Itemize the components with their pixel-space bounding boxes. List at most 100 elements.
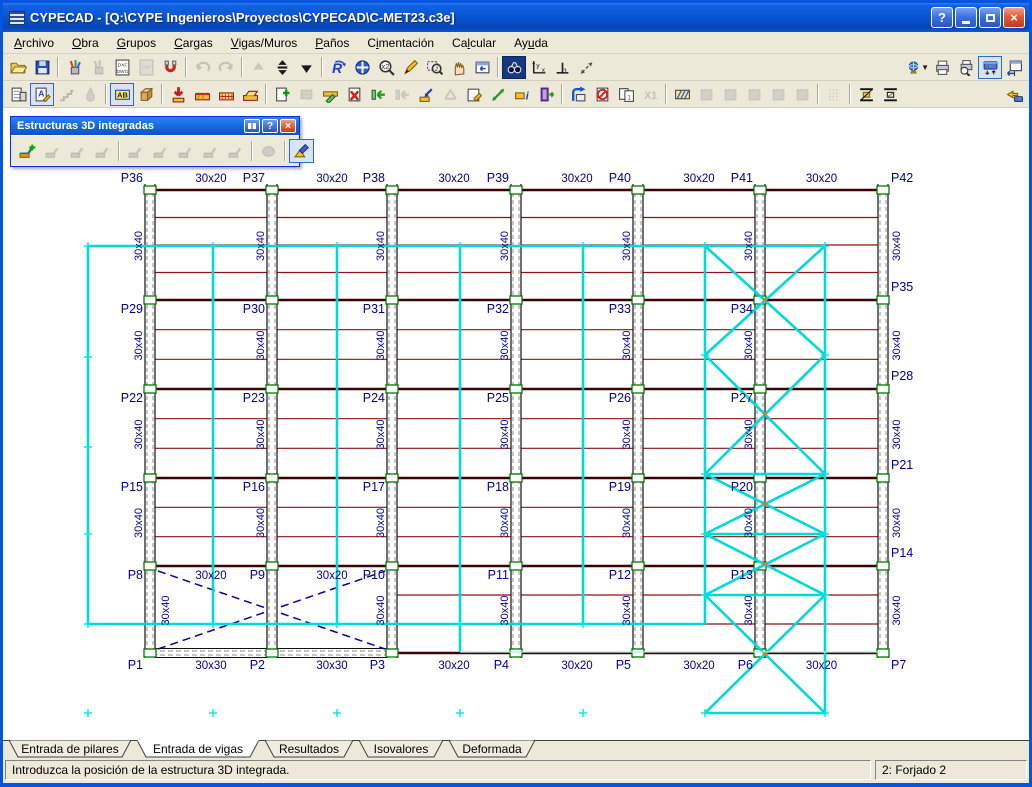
- hatch-panel-button[interactable]: [670, 83, 694, 106]
- tab-label[interactable]: Entrada de pilares: [21, 742, 118, 756]
- references-ab-button[interactable]: AB: [110, 82, 134, 106]
- window-switch-button[interactable]: [1002, 56, 1026, 79]
- plan-label: 30x20: [561, 660, 592, 672]
- view-3d-box-button[interactable]: [134, 83, 158, 106]
- menu-grupos[interactable]: Grupos: [108, 33, 165, 53]
- resources-editor-icon: [69, 59, 81, 74]
- tab-label[interactable]: Deformada: [462, 742, 522, 756]
- coordinates-button[interactable]: yx: [526, 56, 550, 79]
- hatch-panel-icon: [674, 89, 690, 99]
- tab-label[interactable]: Entrada de vigas: [153, 742, 243, 756]
- edit-beam-button[interactable]: [318, 83, 342, 106]
- palette-book-button[interactable]: [244, 119, 260, 133]
- plan-label: P27: [731, 391, 753, 405]
- search-element-button[interactable]: [502, 55, 526, 79]
- print-button[interactable]: [930, 56, 954, 79]
- pillar-data-button[interactable]: [6, 83, 30, 106]
- print-preview-button[interactable]: [954, 56, 978, 79]
- palette-title-bar[interactable]: Estructuras 3D integradas ? ×: [11, 117, 299, 135]
- beam-data-button[interactable]: A: [30, 82, 54, 106]
- group-down-button[interactable]: [294, 56, 318, 79]
- menu-ayuda[interactable]: Ayuda: [505, 33, 557, 53]
- exit-group-button[interactable]: [534, 83, 558, 106]
- plan-label: P4: [494, 658, 509, 672]
- structural-plan[interactable]: 30x20 30x20 30x20 30x20 30x20 30x20 30x30 30x30…: [3, 108, 1029, 737]
- previous-zoom-button[interactable]: [470, 56, 494, 79]
- plan-label: P5: [616, 658, 631, 672]
- tab-label[interactable]: Resultados: [279, 742, 339, 756]
- menu-cargas[interactable]: Cargas: [165, 33, 222, 53]
- plan-label: 30x30: [316, 660, 347, 672]
- edit-texts-icon: [403, 59, 418, 75]
- copy-beam-button[interactable]: [414, 83, 438, 106]
- menu-calcular[interactable]: Calcular: [443, 33, 505, 53]
- zoom-x2-button[interactable]: x2: [374, 56, 398, 79]
- beam-3d-button[interactable]: [238, 83, 262, 106]
- menu-obra[interactable]: Obra: [63, 33, 108, 53]
- plan-label: 30x40: [891, 420, 903, 450]
- plan-label: 30x40: [255, 231, 267, 261]
- plan-label: P23: [243, 391, 265, 405]
- beam-info-button[interactable]: i: [510, 83, 534, 106]
- beam-data-icon: A: [35, 87, 51, 102]
- tool-3d-3-icon: [178, 147, 192, 158]
- status-bar: Introduzca la posición de la estructura …: [3, 758, 1029, 783]
- menu-vigas-muros[interactable]: Vigas/Muros: [222, 33, 306, 53]
- snap-lines-button[interactable]: [574, 56, 598, 79]
- print-preview-icon: [959, 59, 972, 76]
- palette-close-button[interactable]: ×: [280, 119, 296, 133]
- maximize-button[interactable]: [979, 7, 1001, 28]
- close-button[interactable]: ×: [1003, 7, 1025, 28]
- edit-sketch-button[interactable]: [462, 83, 486, 106]
- insert-3d-structure-button[interactable]: [289, 139, 314, 163]
- view-3d-button[interactable]: ▼: [906, 56, 930, 79]
- beam-template-button[interactable]: [214, 83, 238, 106]
- palette-help-button[interactable]: ?: [262, 119, 278, 133]
- orthogonal-button[interactable]: [550, 56, 574, 79]
- menu-pa-os[interactable]: Paños: [306, 33, 358, 53]
- save-button[interactable]: [30, 56, 54, 79]
- zoom-all-button[interactable]: [350, 56, 374, 79]
- tab-label[interactable]: Isovalores: [374, 742, 429, 756]
- object-snap-button[interactable]: [158, 56, 182, 79]
- resources-editor-button[interactable]: [62, 56, 86, 79]
- menu-cimentaci-n[interactable]: Cimentación: [358, 33, 443, 53]
- menu-archivo[interactable]: Archivo: [5, 33, 63, 53]
- toolbar-config-button[interactable]: [1002, 83, 1026, 106]
- tool-3d-3-button: [173, 139, 198, 163]
- redraw-button[interactable]: R: [326, 56, 350, 79]
- beam-gray-2-button: [438, 83, 462, 106]
- beam-longitudinal-button[interactable]: [190, 83, 214, 106]
- copy-group-button[interactable]: 1: [614, 83, 638, 106]
- group-go-to-button[interactable]: [270, 56, 294, 79]
- help-button[interactable]: ?: [931, 7, 953, 28]
- add-3d-structure-button[interactable]: [15, 139, 40, 163]
- move-beam-button[interactable]: [486, 83, 510, 106]
- beam-views-2-button[interactable]: [878, 83, 902, 106]
- edit-texts-button[interactable]: [398, 56, 422, 79]
- assign-beam-gray-button: [390, 83, 414, 106]
- plan-label: P35: [891, 280, 913, 294]
- plan-label: 30x20: [683, 660, 714, 672]
- insert-3d-view-button[interactable]: [566, 83, 590, 106]
- open-work-button[interactable]: [6, 56, 30, 79]
- dropdown-arrow-icon[interactable]: ▼: [921, 63, 929, 72]
- zoom-window-button[interactable]: [422, 56, 446, 79]
- drawing-canvas[interactable]: 30x20 30x20 30x20 30x20 30x20 30x20 30x30 30x30…: [3, 108, 1029, 740]
- assign-beam-button[interactable]: [366, 83, 390, 106]
- minimize-button[interactable]: [955, 7, 977, 28]
- toolbar-visibility-button[interactable]: [978, 55, 1002, 79]
- status-group-indicator[interactable]: 2: Forjado 2: [875, 760, 1027, 780]
- import-dxf-dwg-button[interactable]: DXF DWG: [110, 56, 134, 79]
- beam-views-1-button[interactable]: [854, 83, 878, 106]
- toolbar-secondary: A AB i 1 X1: [3, 81, 1029, 108]
- new-beam-button[interactable]: [270, 83, 294, 106]
- pan-button[interactable]: [446, 56, 470, 79]
- plan-label: P29: [121, 302, 143, 316]
- delete-beam-button[interactable]: [342, 83, 366, 106]
- svg-text:DXF: DXF: [117, 62, 127, 68]
- disable-element-button[interactable]: [590, 83, 614, 106]
- insert-beam-button[interactable]: [166, 83, 190, 106]
- plan-label: P17: [363, 480, 385, 494]
- previous-zoom-icon: [475, 61, 489, 73]
